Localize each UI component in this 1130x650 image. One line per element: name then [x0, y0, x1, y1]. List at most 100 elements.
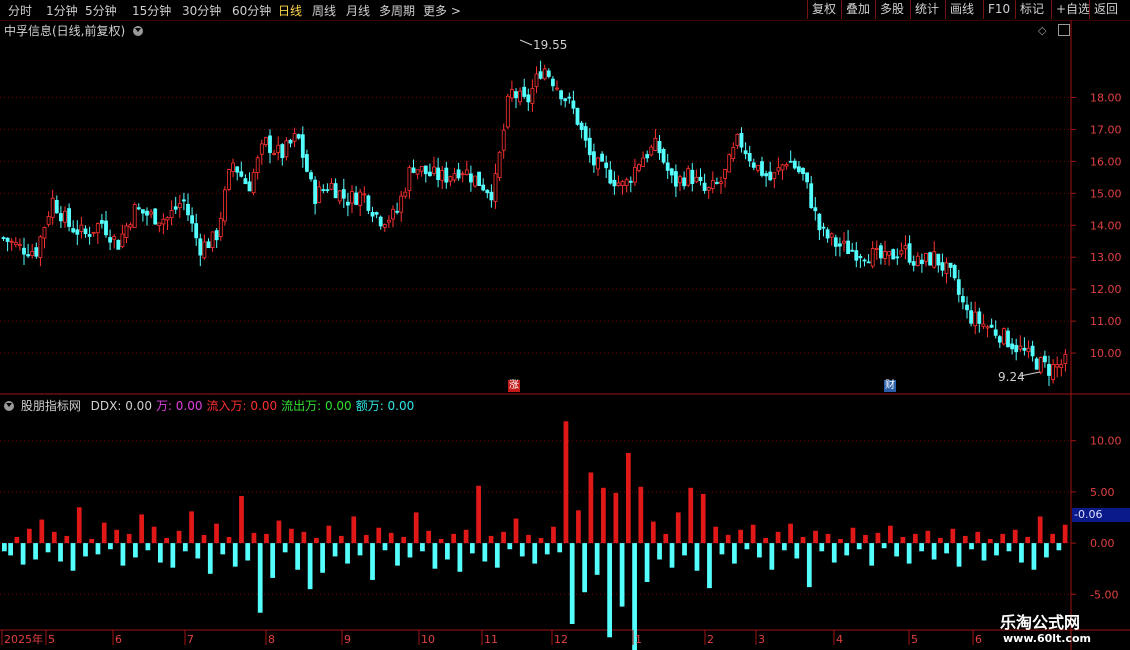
candle-body — [13, 242, 18, 246]
candle-body — [284, 140, 289, 158]
indicator-menu-circle-icon[interactable] — [4, 401, 14, 411]
candle-body — [309, 172, 313, 180]
candle-body — [1063, 354, 1068, 364]
candle-body — [1034, 358, 1039, 370]
ddx-bar — [1050, 533, 1056, 544]
candle-body — [46, 216, 51, 225]
candle-body — [190, 215, 195, 224]
panel-toggle-icon[interactable] — [1058, 24, 1070, 36]
ddx-bar — [725, 534, 731, 544]
candle-body — [194, 223, 199, 239]
candle-body — [362, 193, 367, 196]
candle-body — [817, 213, 822, 231]
ddx-bar — [33, 543, 38, 560]
candle-body — [797, 166, 801, 173]
candle-body — [87, 234, 92, 237]
ddx-bar — [526, 534, 531, 544]
indicator-field-2: 流入万: 0.00 — [206, 399, 278, 413]
event-marker-up[interactable]: 涨 — [508, 380, 520, 392]
ddx-bar — [401, 536, 407, 544]
ddx-bar — [1012, 529, 1018, 544]
candle-body — [268, 135, 272, 154]
candle-body — [633, 166, 637, 183]
candle-body — [858, 256, 863, 259]
candle-body — [956, 279, 961, 295]
candle-body — [924, 253, 928, 262]
ddx-bar — [276, 520, 282, 544]
ddx-bar — [601, 487, 606, 544]
watermark-title: 乐淘公式网 — [1000, 613, 1081, 632]
candle-body — [637, 164, 641, 171]
ddx-bar — [950, 528, 956, 544]
candle-body — [112, 236, 117, 240]
candle-body — [173, 206, 178, 210]
time-tick-label: 12 — [554, 633, 568, 646]
ddx-bar — [644, 543, 650, 582]
candle-body — [920, 259, 924, 265]
ddx-bar — [420, 543, 425, 552]
ddx-bar — [569, 543, 575, 624]
indicator-panel-title[interactable]: 股朋指标网 DDX: 0.00 万: 0.00 流入万: 0.00 流出万: 0.00… — [4, 397, 418, 414]
ddx-bar — [1044, 543, 1049, 558]
candle-body — [181, 199, 186, 202]
candle-body — [530, 88, 535, 104]
candle-body — [157, 222, 162, 227]
ddx-bar — [719, 543, 725, 555]
event-marker-finance[interactable]: 财 — [884, 380, 896, 392]
price-tick-label: 17.00 — [1090, 123, 1122, 136]
candle-body — [313, 179, 318, 204]
high-pointer-line — [519, 39, 533, 46]
candle-body — [104, 220, 108, 236]
candle-body — [571, 100, 576, 109]
candle-body — [575, 107, 580, 125]
ddx-bar — [869, 543, 875, 566]
candle-body — [333, 183, 338, 199]
candle-body — [161, 218, 166, 225]
candle-body — [276, 144, 281, 153]
candle-body — [280, 144, 285, 159]
candle-body — [288, 139, 293, 144]
candle-body — [1059, 364, 1064, 369]
ddx-bar — [463, 529, 469, 544]
ddx-bar — [1056, 543, 1062, 551]
candle-body — [423, 165, 428, 175]
candle-body — [63, 210, 67, 223]
candle-body — [67, 208, 71, 227]
ddx-bar — [476, 485, 481, 544]
candle-body — [661, 148, 666, 163]
candle-body — [821, 226, 826, 229]
ddx-bar — [201, 534, 207, 544]
candle-body — [628, 180, 633, 183]
candle-body — [678, 176, 682, 184]
ddx-bar — [494, 543, 500, 568]
candle-body — [432, 166, 436, 174]
price-tick-label: 13.00 — [1090, 251, 1122, 264]
ddx-bar — [688, 487, 694, 544]
candle-body — [862, 259, 867, 262]
ddx-bar — [70, 543, 76, 571]
candle-body — [825, 229, 830, 239]
candle-body — [932, 251, 937, 268]
ddx-bar — [264, 533, 269, 544]
candle-body — [645, 154, 650, 159]
candle-body — [522, 86, 527, 97]
indicator-name: 股朋指标网 — [20, 399, 81, 413]
candle-body — [612, 179, 617, 187]
ddx-bar — [700, 493, 706, 544]
ddx-bar — [26, 528, 32, 544]
main-panel-title[interactable]: 中孚信息(日线,前复权) — [4, 22, 146, 39]
candle-body — [948, 262, 953, 268]
diamond-icon[interactable]: ◇ — [1038, 24, 1046, 37]
time-tick-label: 5 — [48, 633, 55, 646]
time-tick-label: 11 — [484, 633, 498, 646]
ddx-bar — [482, 543, 488, 562]
time-tick-label: 5 — [911, 633, 918, 646]
ddx-bar — [307, 543, 313, 590]
candle-body — [944, 262, 949, 274]
candle-body — [719, 181, 723, 184]
candle-body — [690, 169, 695, 184]
dropdown-circle-icon[interactable] — [133, 26, 144, 36]
candle-body — [427, 171, 432, 177]
ddx-bar — [413, 512, 419, 544]
ddx-bar — [638, 486, 644, 544]
